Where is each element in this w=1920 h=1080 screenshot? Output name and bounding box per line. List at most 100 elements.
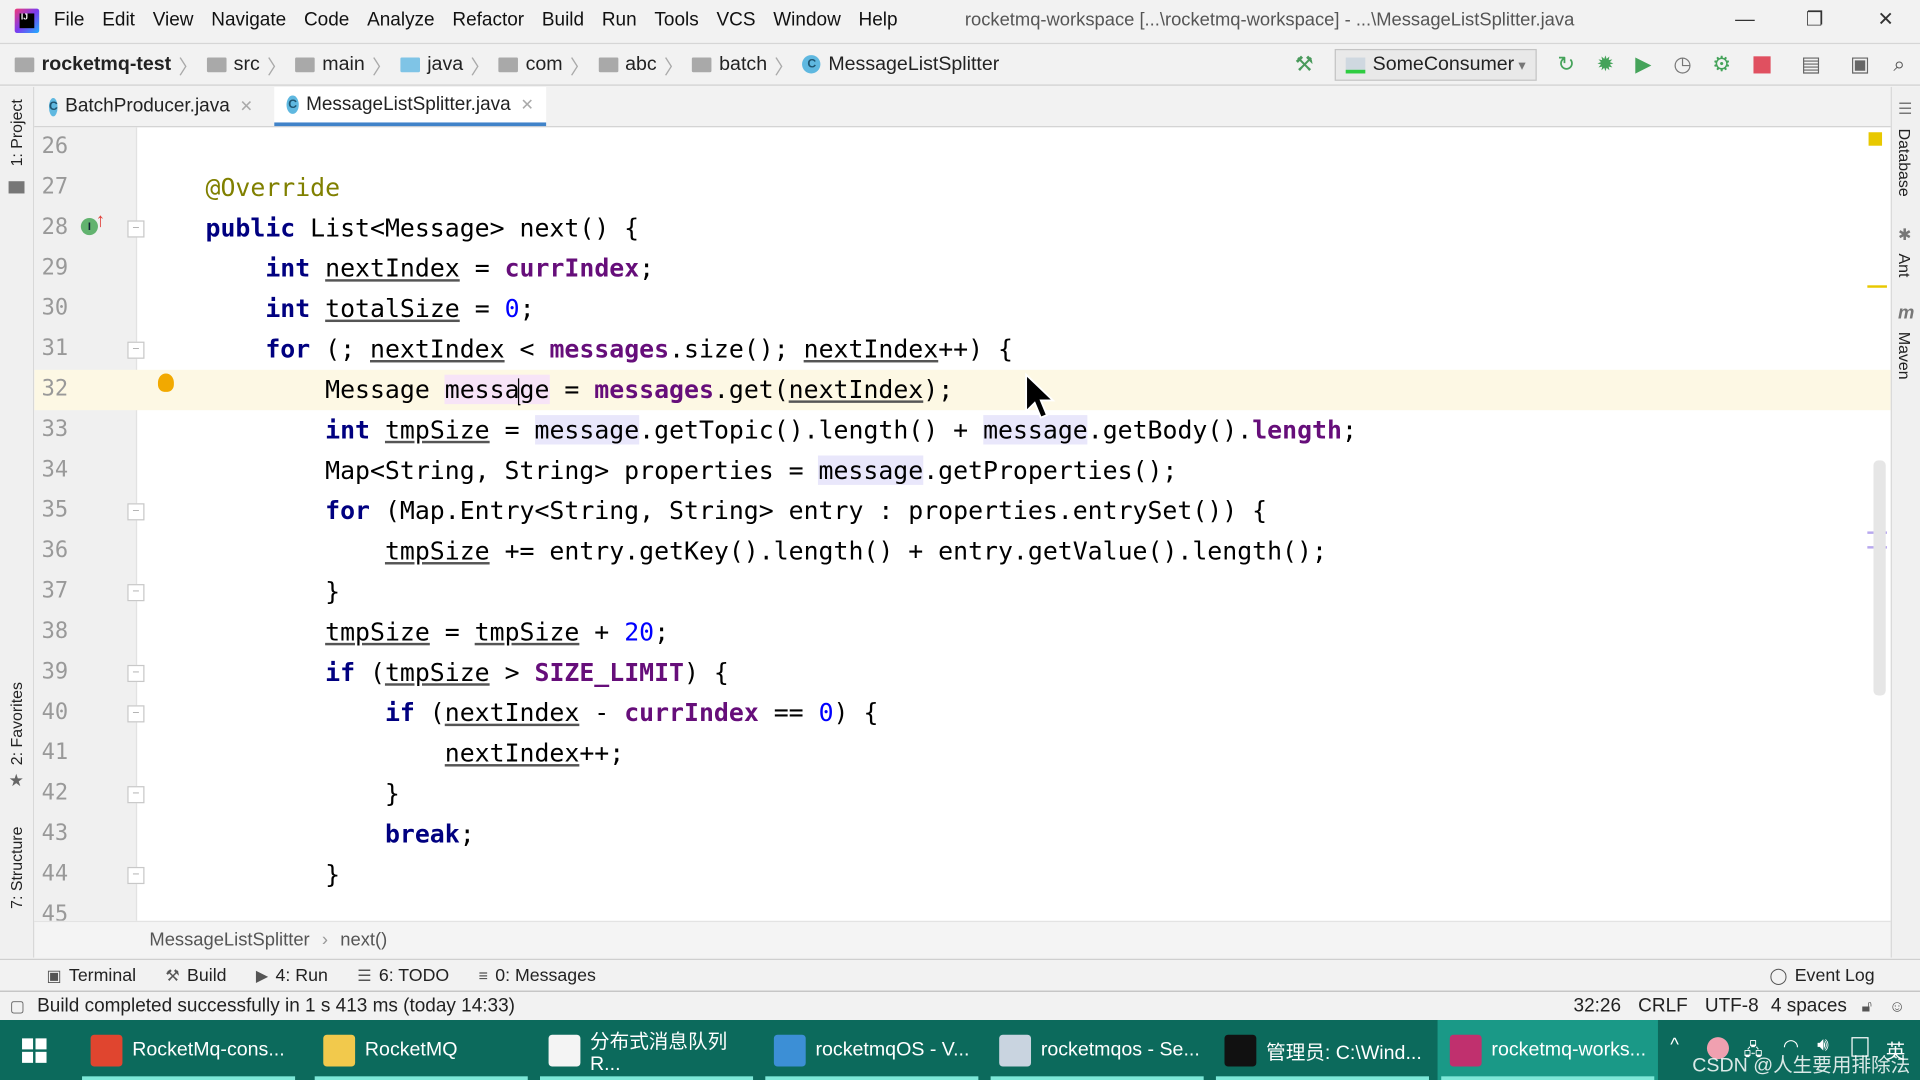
line-number[interactable]: 41 [42, 740, 74, 766]
fold-marker-icon[interactable]: − [127, 503, 145, 521]
terminal-tool-button[interactable]: ▣ Terminal [47, 966, 137, 986]
menu-navigate[interactable]: Navigate [211, 10, 286, 32]
line-number[interactable]: 42 [42, 780, 74, 806]
code-line[interactable]: 43 break; [34, 814, 1890, 854]
code-line[interactable]: 37 − } [34, 572, 1890, 612]
fold-marker-icon[interactable]: − [127, 866, 145, 885]
search-icon[interactable]: ⌕ [1886, 51, 1913, 78]
file-encoding[interactable]: UTF-8 [1705, 995, 1759, 1017]
restore-button[interactable]: ❐ [1790, 5, 1839, 37]
code-line[interactable]: 34 Map<String, String> properties = mess… [34, 451, 1890, 491]
code-line[interactable]: 42 − } [34, 774, 1890, 814]
code-line[interactable]: 32 Message message = messages.get(nextIn… [34, 369, 1891, 411]
fold-marker-icon[interactable]: − [127, 664, 145, 683]
menu-refactor[interactable]: Refactor [452, 10, 524, 32]
taskbar-item[interactable]: 分布式消息队列R... [536, 1020, 756, 1080]
taskbar-item[interactable]: rocketmqOS - V... [762, 1020, 982, 1080]
code-line[interactable]: 30 int totalSize = 0; [34, 289, 1890, 329]
code-line[interactable]: 26 [34, 127, 1890, 167]
database-tool-button[interactable]: Database [1896, 129, 1914, 197]
rerun-icon[interactable]: ↻ [1553, 51, 1580, 78]
code-line[interactable]: 40 − if (nextIndex - currIndex == 0) { [34, 693, 1890, 733]
attach-debugger-icon[interactable]: ⚙ [1708, 51, 1735, 78]
line-number[interactable]: 36 [42, 538, 74, 564]
code-line[interactable]: 31 − for (; nextIndex < messages.size(); … [34, 329, 1890, 369]
structure-tool-button[interactable]: 7: Structure [7, 827, 25, 909]
code-line[interactable]: 44 − } [34, 855, 1890, 895]
warning-stripe-marker[interactable] [1867, 285, 1887, 288]
line-number[interactable]: 27 [42, 174, 74, 200]
tab-messagelistsplitter[interactable]: C MessageListSplitter.java ✕ [274, 86, 547, 127]
line-number[interactable]: 37 [42, 578, 74, 604]
taskbar-item[interactable]: rocketmq-works... [1437, 1020, 1658, 1080]
line-number[interactable]: 43 [42, 820, 74, 846]
minimize-button[interactable]: — [1720, 5, 1769, 37]
code-line[interactable]: 28− I ↑ public List<Message> next() { [34, 208, 1890, 248]
menu-build[interactable]: Build [542, 10, 584, 32]
menu-help[interactable]: Help [859, 10, 898, 32]
caret-position[interactable]: 32:26 [1574, 995, 1622, 1017]
menu-tools[interactable]: Tools [654, 10, 698, 32]
run-configuration-select[interactable]: SomeConsumer ▾ [1334, 48, 1537, 81]
close-button[interactable]: ✕ [1861, 5, 1910, 37]
close-tab-icon[interactable]: ✕ [240, 97, 253, 117]
breadcrumb-batch[interactable]: batch 〉 [692, 50, 794, 79]
breadcrumb-method[interactable]: next() [340, 929, 387, 950]
line-number[interactable]: 30 [42, 295, 74, 321]
favorites-tool-button[interactable]: 2: Favorites [7, 682, 25, 765]
breadcrumb-main[interactable]: main 〉 [295, 50, 392, 79]
code-line[interactable]: 27 @Override [34, 168, 1890, 208]
breadcrumb-class[interactable]: MessageListSplitter [149, 929, 309, 950]
build-tool-button[interactable]: ⚒ Build [165, 966, 226, 986]
tab-batchproducer[interactable]: C BatchProducer.java ✕ [37, 87, 265, 126]
line-number[interactable]: 28 [42, 214, 74, 240]
coverage-icon[interactable]: ▶ [1630, 51, 1657, 78]
indent-setting[interactable]: 4 spaces [1771, 995, 1847, 1017]
build-hammer-icon[interactable]: ⚒ [1291, 51, 1318, 78]
menu-run[interactable]: Run [602, 10, 637, 32]
line-number[interactable]: 40 [42, 699, 74, 725]
line-number[interactable]: 44 [42, 861, 74, 887]
todo-tool-button[interactable]: ☰ 6: TODO [357, 966, 449, 986]
breadcrumb-class[interactable]: C MessageListSplitter [802, 53, 999, 75]
code-line[interactable]: 35 − for (Map.Entry<String, String> entry… [34, 491, 1890, 531]
project-structure-icon[interactable]: ▤ [1798, 51, 1825, 78]
fold-marker-icon[interactable]: − [127, 786, 145, 804]
line-number[interactable]: 34 [42, 457, 74, 483]
menu-window[interactable]: Window [773, 10, 841, 32]
vertical-scrollbar[interactable] [1873, 460, 1886, 696]
run-tool-button[interactable]: ▶ 4: Run [256, 966, 328, 986]
taskbar-item[interactable]: rocketmqos - Se... [987, 1020, 1207, 1080]
windows-start-icon[interactable] [22, 1038, 47, 1063]
line-number[interactable]: 38 [42, 618, 74, 644]
code-editor[interactable]: 26 27 @Override 28− I ↑ public List<Message>… [34, 127, 1891, 921]
code-line[interactable]: 33 int tmpSize = message.getTopic().leng… [34, 410, 1890, 450]
menu-code[interactable]: Code [304, 10, 349, 32]
code-line[interactable]: 39 − if (tmpSize > SIZE_LIMIT) { [34, 653, 1890, 693]
breadcrumb-project[interactable]: rocketmq-test 〉 [14, 50, 198, 79]
breadcrumb-abc[interactable]: abc 〉 [598, 50, 684, 79]
code-line[interactable]: 41 nextIndex++; [34, 733, 1890, 773]
status-message[interactable]: Build completed successfully in 1 s 413 … [37, 995, 515, 1017]
menu-edit[interactable]: Edit [102, 10, 135, 32]
project-tool-button[interactable]: 1: Project [7, 99, 25, 166]
ant-tool-button[interactable]: Ant [1896, 253, 1914, 277]
breadcrumb-src[interactable]: src 〉 [206, 50, 287, 79]
menu-vcs[interactable]: VCS [716, 10, 755, 32]
line-number[interactable]: 45 [42, 901, 74, 921]
line-number[interactable]: 32 [42, 376, 74, 402]
event-log-button[interactable]: ◯ Event Log [1770, 966, 1875, 986]
breadcrumb-java[interactable]: java 〉 [400, 50, 490, 79]
close-tab-icon[interactable]: ✕ [521, 95, 534, 115]
line-number[interactable]: 29 [42, 255, 74, 281]
messages-tool-button[interactable]: ≡ 0: Messages [479, 966, 596, 986]
menu-analyze[interactable]: Analyze [367, 10, 435, 32]
taskbar-item[interactable]: 管理员: C:\Wind... [1212, 1020, 1432, 1080]
line-number[interactable]: 33 [42, 416, 74, 442]
run-anything-icon[interactable]: ▣ [1847, 51, 1874, 78]
code-line[interactable]: 29 int nextIndex = currIndex; [34, 249, 1890, 289]
line-number[interactable]: 35 [42, 497, 74, 523]
menu-file[interactable]: File [54, 10, 85, 32]
fold-marker-icon[interactable]: − [127, 705, 145, 723]
code-line[interactable]: 36 tmpSize += entry.getKey().length() + … [34, 531, 1890, 571]
